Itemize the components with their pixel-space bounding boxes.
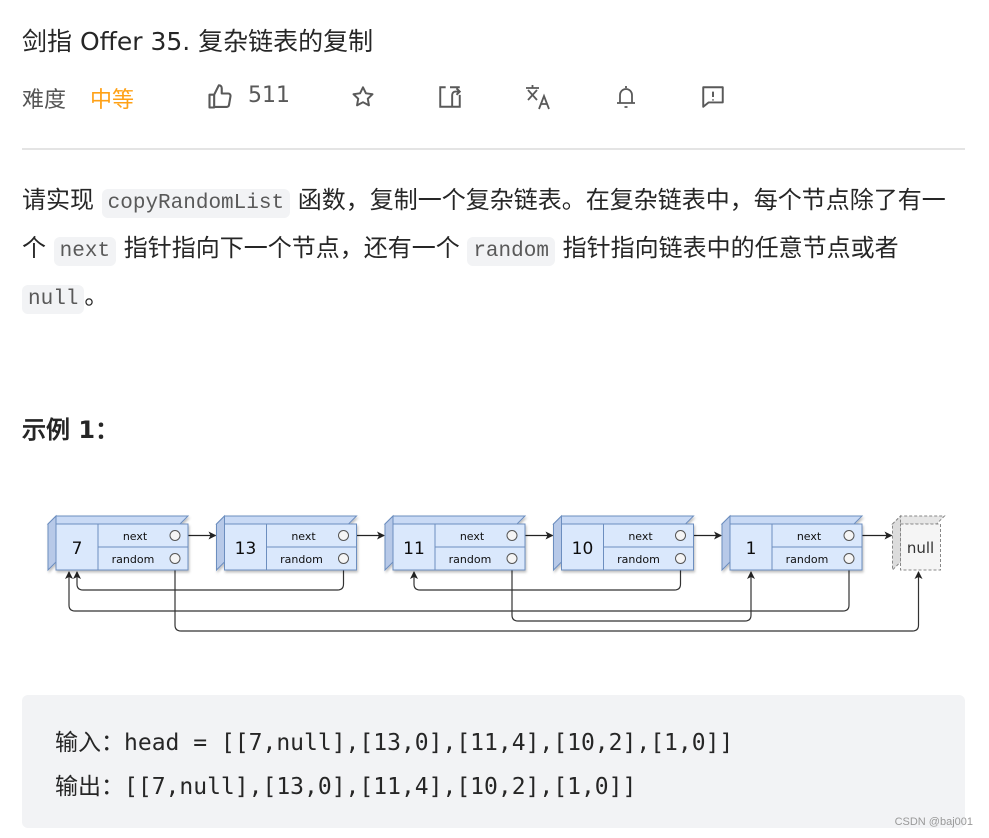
difficulty-label: 难度 [22, 88, 67, 113]
problem-meta-bar: 难度 中等 511 [22, 80, 782, 116]
linked-list-diagram: 7 next random 13 next random 11 next random 10 nex… [46, 514, 946, 632]
inline-code-next: next [53, 237, 117, 266]
example-heading: 示例 1： [22, 416, 120, 444]
inline-code-null: null [22, 285, 85, 314]
random-pointer-arrow [65, 563, 850, 612]
next-pointer-port [675, 530, 686, 541]
header-divider [22, 148, 965, 150]
node-next-label: next [628, 530, 653, 543]
desc-text: 。 [84, 282, 109, 310]
node-top-face [46, 515, 190, 525]
page-title: 剑指 Offer 35. 复杂链表的复制 [22, 27, 374, 56]
desc-text: 指针指向下一个节点，还有一个 [116, 234, 468, 262]
node-random-label: random [449, 553, 492, 566]
node-random-label: random [112, 553, 155, 566]
node-next-label: next [797, 530, 822, 543]
watermark: CSDN @baj001 [894, 816, 973, 828]
list-node: 11 next random [383, 514, 527, 572]
node-side-face [553, 514, 562, 572]
next-pointer-port [169, 530, 181, 541]
example-output: 输出：[[7,null],[13,0],[11,4],[10,2],[1,0]] [55, 774, 637, 800]
node-value: 10 [572, 539, 594, 559]
list-node: 1 next random [720, 514, 864, 572]
inline-code-function: copyRandomList [101, 189, 291, 218]
null-side-face [892, 514, 901, 572]
node-value: 7 [72, 539, 83, 559]
inline-code-random: random [467, 237, 555, 266]
node-top-face [720, 515, 864, 525]
star-icon [352, 86, 374, 107]
node-next-label: next [123, 530, 148, 543]
random-pointer-arrow [511, 563, 755, 622]
node-side-face [216, 514, 225, 572]
translate-icon [526, 85, 550, 110]
example-code-block: 输入：head = [[7,null],[13,0],[11,4],[10,2]… [22, 695, 965, 828]
random-pointer-port [675, 553, 686, 564]
node-side-face [721, 514, 731, 572]
desc-text: 指针指向链表中的任意节点或者 [554, 234, 899, 262]
node-top-face [383, 515, 527, 525]
next-pointer-port [338, 530, 349, 541]
next-pointer-port [506, 530, 518, 541]
node-random-label: random [617, 553, 660, 566]
random-pointer-port [338, 553, 349, 564]
feedback-icon [702, 86, 724, 108]
list-node: 10 next random [552, 514, 695, 572]
node-side-face [47, 514, 57, 572]
node-value: 1 [746, 539, 757, 559]
bell-icon [617, 86, 635, 108]
share-icon [439, 86, 462, 108]
translate-button[interactable] [523, 82, 553, 112]
random-pointer-port [506, 553, 518, 564]
null-node: null [891, 514, 946, 572]
node-top-face [215, 515, 358, 525]
node-random-label: random [786, 553, 829, 566]
desc-text: 请实现 [22, 186, 102, 214]
like-count: 511 [248, 83, 290, 108]
next-pointer-port [843, 530, 855, 541]
notification-button[interactable] [611, 82, 641, 112]
example-input: 输入：head = [[7,null],[13,0],[11,4],[10,2]… [55, 730, 734, 756]
node-value: 13 [235, 539, 257, 559]
share-button[interactable] [435, 82, 465, 112]
random-pointer-port [843, 553, 855, 564]
difficulty-badge: 中等 [90, 88, 135, 113]
list-node: 7 next random [46, 514, 190, 572]
list-node: 13 next random [215, 514, 358, 572]
like-button[interactable] [205, 82, 235, 112]
node-side-face [384, 514, 394, 572]
node-random-label: random [280, 553, 323, 566]
list-nodes: 7 next random 13 next random 11 next random 10 nex… [46, 514, 946, 572]
random-pointer-port [169, 553, 181, 564]
node-next-label: next [460, 530, 485, 543]
thumbs-up-icon [208, 84, 232, 109]
feedback-button[interactable] [698, 82, 728, 112]
null-label: null [907, 539, 934, 557]
node-value: 11 [403, 539, 425, 559]
node-next-label: next [291, 530, 316, 543]
problem-description: 请实现 copyRandomList 函数，复制一个复杂链表。在复杂链表中，每个… [22, 178, 962, 322]
favorite-button[interactable] [348, 82, 378, 112]
node-top-face [552, 515, 695, 525]
